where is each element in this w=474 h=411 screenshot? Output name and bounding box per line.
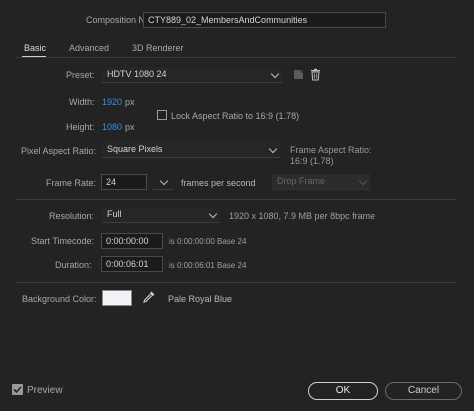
lock-aspect-label: Lock Aspect Ratio to 16:9 (1.78) bbox=[171, 111, 300, 121]
chevron-down-icon bbox=[358, 176, 368, 186]
height-value[interactable]: 1080 bbox=[102, 122, 122, 132]
lock-aspect-checkbox[interactable] bbox=[157, 110, 167, 120]
width-value[interactable]: 1920 bbox=[102, 97, 122, 107]
checkmark-icon bbox=[13, 386, 22, 394]
tab-basic[interactable]: Basic bbox=[24, 43, 46, 53]
width-label: Width: bbox=[69, 97, 95, 107]
start-timecode-info: is 0:00:00:00 Base 24 bbox=[169, 237, 247, 246]
duration-label: Duration: bbox=[55, 260, 92, 270]
duration-info: is 0:00:06:01 Base 24 bbox=[169, 261, 247, 270]
drop-frame-dropdown[interactable]: Drop Frame bbox=[272, 174, 370, 190]
tab-divider bbox=[16, 57, 456, 58]
chevron-down-icon bbox=[268, 144, 278, 154]
height-label: Height: bbox=[66, 122, 95, 132]
bg-color-swatch[interactable] bbox=[102, 290, 132, 306]
chevron-down-icon bbox=[270, 69, 280, 79]
preset-value: HDTV 1080 24 bbox=[107, 69, 167, 79]
chevron-down-icon bbox=[208, 209, 218, 219]
resolution-label: Resolution: bbox=[49, 211, 95, 221]
preview-label: Preview bbox=[27, 385, 63, 396]
pixel-aspect-value: Square Pixels bbox=[107, 144, 163, 154]
tab-3d-renderer[interactable]: 3D Renderer bbox=[132, 43, 184, 53]
frame-rate-label: Frame Rate: bbox=[46, 178, 97, 188]
bg-color-name: Pale Royal Blue bbox=[168, 294, 233, 304]
pixel-aspect-label: Pixel Aspect Ratio: bbox=[21, 146, 97, 156]
start-timecode-input[interactable]: 0:00:00:00 bbox=[101, 233, 163, 249]
section-divider bbox=[16, 282, 456, 283]
frame-rate-dropdown[interactable] bbox=[152, 174, 174, 190]
frame-rate-input[interactable]: 24 bbox=[101, 174, 147, 190]
resolution-dropdown[interactable]: Full bbox=[102, 207, 220, 223]
ok-button[interactable]: OK bbox=[308, 382, 378, 400]
drop-frame-value: Drop Frame bbox=[277, 176, 326, 186]
resolution-info: 1920 x 1080, 7.9 MB per 8bpc frame bbox=[229, 211, 376, 221]
pixel-aspect-dropdown[interactable]: Square Pixels bbox=[102, 142, 280, 158]
resolution-value: Full bbox=[107, 209, 122, 219]
duration-input[interactable]: 0:00:06:01 bbox=[101, 256, 163, 272]
chevron-down-icon bbox=[159, 176, 169, 186]
delete-preset-icon[interactable] bbox=[309, 68, 322, 81]
preset-label: Preset: bbox=[66, 70, 95, 80]
cancel-button[interactable]: Cancel bbox=[385, 382, 462, 400]
frame-aspect-label: Frame Aspect Ratio: bbox=[290, 145, 372, 155]
width-unit: px bbox=[125, 97, 135, 107]
section-divider bbox=[16, 199, 456, 200]
tab-advanced[interactable]: Advanced bbox=[69, 43, 109, 53]
height-unit: px bbox=[125, 122, 135, 132]
frame-rate-unit: frames per second bbox=[181, 178, 256, 188]
preset-dropdown[interactable]: HDTV 1080 24 bbox=[102, 67, 282, 83]
frame-aspect-value: 16:9 (1.78) bbox=[290, 156, 334, 166]
save-preset-icon[interactable] bbox=[292, 68, 305, 81]
composition-name-input[interactable]: CTY889_02_MembersAndCommunities bbox=[143, 12, 386, 28]
preview-checkbox[interactable] bbox=[12, 384, 23, 395]
eyedropper-icon[interactable] bbox=[142, 290, 156, 304]
start-timecode-label: Start Timecode: bbox=[31, 236, 95, 246]
bg-color-label: Background Color: bbox=[22, 294, 97, 304]
